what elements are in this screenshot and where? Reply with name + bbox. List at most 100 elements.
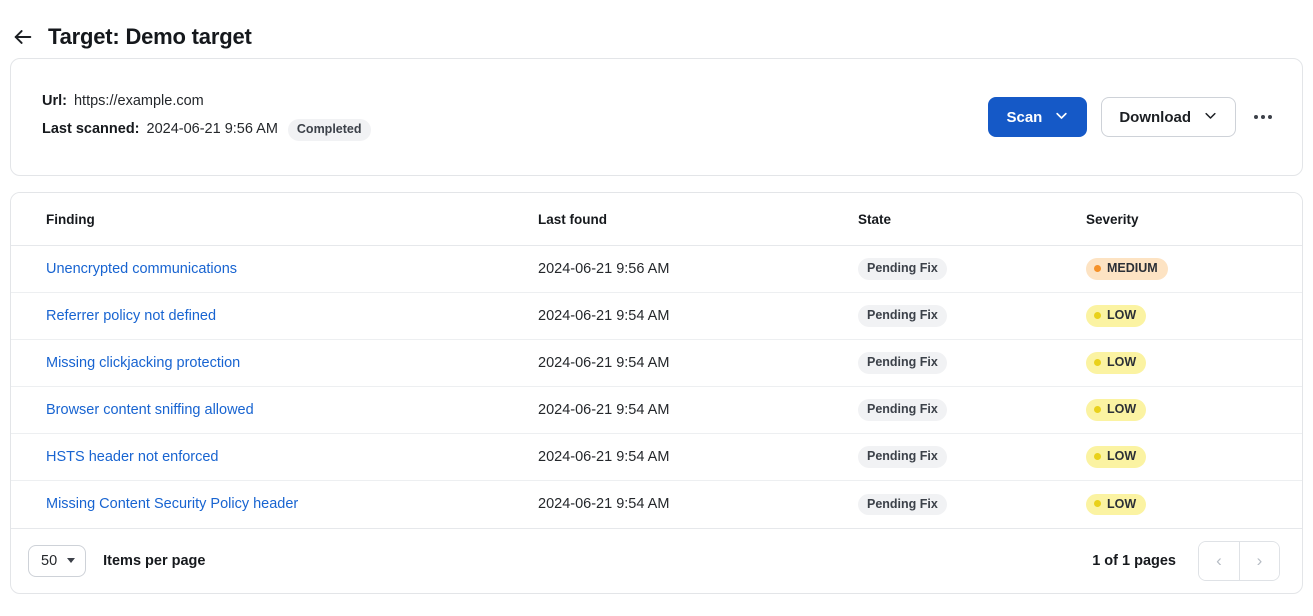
cell-state: Pending Fix	[858, 481, 1086, 528]
finding-link[interactable]: Unencrypted communications	[46, 261, 237, 277]
severity-dot-icon	[1094, 500, 1101, 508]
cell-severity: LOW	[1086, 386, 1302, 434]
cell-finding: HSTS header not enforced	[11, 433, 538, 481]
severity-badge: LOW	[1086, 493, 1147, 515]
column-header-severity: Severity	[1086, 193, 1302, 246]
cell-state: Pending Fix	[858, 292, 1086, 340]
url-row: Url: https://example.com	[42, 93, 371, 110]
severity-dot-icon	[1094, 406, 1101, 413]
last-scanned-row: Last scanned: 2024-06-21 9:56 AM Complet…	[42, 119, 371, 141]
footer-right: 1 of 1 pages ‹ ›	[1092, 540, 1280, 581]
cell-severity: LOW	[1086, 481, 1302, 528]
last-scanned-label: Last scanned:	[42, 121, 140, 138]
url-value: https://example.com	[73, 93, 204, 110]
finding-link[interactable]: Missing clickjacking protection	[46, 355, 240, 371]
finding-link[interactable]: Referrer policy not defined	[46, 308, 216, 324]
target-actions: Scan Download	[988, 97, 1278, 137]
column-header-finding: Finding	[11, 193, 538, 246]
chevron-left-icon[interactable]: ‹	[1199, 541, 1239, 580]
cell-state: Pending Fix	[858, 433, 1086, 481]
arrow-left-icon[interactable]	[10, 24, 36, 50]
state-badge: Pending Fix	[858, 352, 947, 374]
severity-dot-icon	[1094, 265, 1101, 272]
severity-label: MEDIUM	[1107, 261, 1158, 276]
page-header: Target: Demo target	[0, 0, 1313, 58]
chevron-right-icon[interactable]: ›	[1239, 541, 1279, 580]
status-badge: Completed	[287, 119, 371, 141]
state-badge: Pending Fix	[858, 258, 947, 280]
cell-severity: LOW	[1086, 292, 1302, 340]
cell-last-found: 2024-06-21 9:54 AM	[538, 292, 858, 340]
download-button-label: Download	[1119, 108, 1191, 126]
footer-left: 50 Items per page	[28, 544, 206, 577]
cell-severity: MEDIUM	[1086, 245, 1302, 293]
cell-severity: LOW	[1086, 339, 1302, 387]
pagination-controls: ‹ ›	[1198, 540, 1280, 581]
state-badge: Pending Fix	[858, 493, 947, 515]
items-per-page-select[interactable]: 50	[28, 544, 87, 577]
cell-last-found: 2024-06-21 9:56 AM	[538, 245, 858, 293]
findings-table-head: Finding Last found State Severity	[11, 193, 1302, 246]
findings-table-body: Unencrypted communications 2024-06-21 9:5…	[11, 245, 1302, 528]
severity-dot-icon	[1094, 453, 1101, 460]
items-per-page-label: Items per page	[103, 552, 206, 569]
cell-finding: Missing Content Security Policy header	[11, 481, 538, 528]
state-badge: Pending Fix	[858, 399, 947, 421]
table-header-row: Finding Last found State Severity	[11, 193, 1302, 246]
severity-label: LOW	[1107, 308, 1137, 323]
ellipsis-icon[interactable]	[1248, 102, 1278, 132]
state-badge: Pending Fix	[858, 305, 947, 327]
findings-table: Finding Last found State Severity Unencr…	[11, 193, 1302, 528]
cell-last-found: 2024-06-21 9:54 AM	[538, 496, 670, 513]
cell-last-found: 2024-06-21 9:54 AM	[538, 339, 858, 387]
cell-severity: LOW	[1086, 433, 1302, 481]
severity-label: LOW	[1107, 449, 1137, 464]
cell-last-found: 2024-06-21 9:54 AM	[538, 433, 858, 481]
severity-badge: LOW	[1086, 305, 1147, 327]
page-title: Target: Demo target	[48, 24, 252, 49]
severity-badge: LOW	[1086, 352, 1147, 374]
cell-state: Pending Fix	[858, 386, 1086, 434]
cell-finding: Missing clickjacking protection	[11, 339, 538, 387]
last-scanned-value: 2024-06-21 9:56 AM	[146, 121, 278, 138]
download-button[interactable]: Download	[1101, 97, 1236, 137]
target-meta: Url: https://example.com Last scanned: 2…	[42, 93, 371, 141]
table-row: Referrer policy not defined 2024-06-21 9:…	[11, 292, 1302, 340]
cell-finding: Unencrypted communications	[11, 245, 538, 293]
state-badge: Pending Fix	[858, 446, 947, 468]
severity-label: LOW	[1107, 355, 1137, 370]
chevron-down-icon	[1203, 108, 1218, 127]
table-row: Missing clickjacking protection 2024-06-2…	[11, 339, 1302, 387]
finding-link[interactable]: HSTS header not enforced	[46, 449, 219, 465]
cell-state: Pending Fix	[858, 245, 1086, 293]
cell-finding: Referrer policy not defined	[11, 292, 538, 340]
chevron-down-icon	[1054, 108, 1069, 127]
chevron-down-icon	[67, 558, 76, 563]
severity-dot-icon	[1094, 359, 1101, 366]
table-footer: 50 Items per page 1 of 1 pages ‹ ›	[11, 527, 1302, 593]
column-header-state: State	[858, 193, 1086, 246]
column-header-last-found: Last found	[538, 193, 858, 246]
cell-last-found: 2024-06-21 9:54 AM	[538, 386, 858, 434]
severity-label: LOW	[1107, 496, 1137, 511]
target-summary-card: Url: https://example.com Last scanned: 2…	[10, 58, 1303, 176]
severity-badge: LOW	[1086, 399, 1147, 421]
finding-link[interactable]: Browser content sniffing allowed	[46, 402, 254, 418]
table-row: Browser content sniffing allowed 2024-06-…	[11, 386, 1302, 434]
url-label: Url:	[42, 93, 67, 110]
severity-badge: LOW	[1086, 446, 1147, 468]
scan-button[interactable]: Scan	[988, 97, 1088, 137]
cell-finding: Browser content sniffing allowed	[11, 386, 538, 434]
finding-link[interactable]: Missing Content Security Policy header	[46, 496, 298, 512]
table-row: Missing Content Security Policy header 20…	[11, 481, 1302, 528]
table-row: Unencrypted communications 2024-06-21 9:5…	[11, 245, 1302, 293]
severity-badge: MEDIUM	[1086, 258, 1168, 280]
severity-dot-icon	[1094, 312, 1101, 319]
scan-button-label: Scan	[1006, 108, 1043, 126]
table-row: HSTS header not enforced 2024-06-21 9:54 …	[11, 433, 1302, 481]
cell-state: Pending Fix	[858, 339, 1086, 387]
findings-table-card: Finding Last found State Severity Unencr…	[10, 192, 1303, 594]
page-status: 1 of 1 pages	[1092, 552, 1176, 569]
items-per-page-value: 50	[41, 552, 58, 569]
severity-label: LOW	[1107, 402, 1137, 417]
